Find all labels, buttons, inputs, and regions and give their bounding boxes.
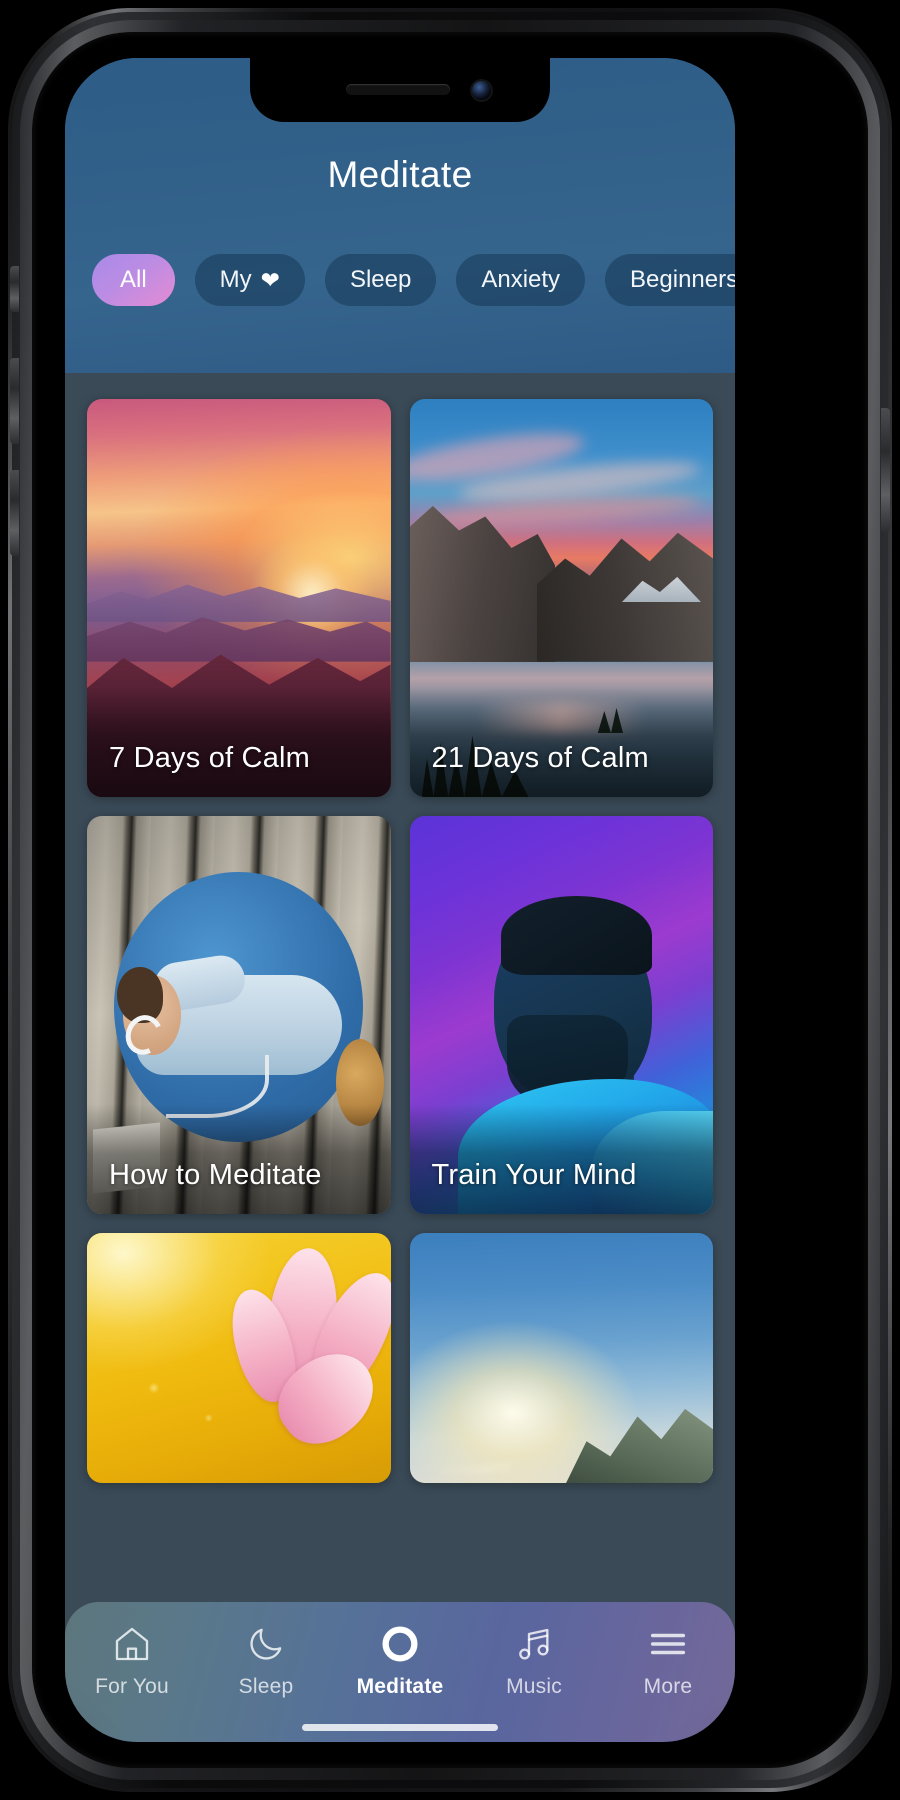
meditation-card-how-to-meditate[interactable]: How to Meditate bbox=[87, 816, 391, 1214]
filter-chip-sleep[interactable]: Sleep bbox=[324, 254, 437, 306]
screenshot-root: Meditate All My ❤ Sleep Anxiety Beginner… bbox=[0, 0, 900, 1800]
tab-sleep[interactable]: Sleep bbox=[199, 1622, 333, 1699]
meditation-card-21-days-of-calm[interactable]: 21 Days of Calm bbox=[409, 399, 713, 797]
portrait-hair bbox=[500, 895, 653, 976]
filter-chip-row[interactable]: All My ❤ Sleep Anxiety Beginners bbox=[65, 254, 735, 306]
moon-icon bbox=[246, 1622, 286, 1666]
card-title: Train Your Mind bbox=[431, 1159, 637, 1191]
tab-label: Meditate bbox=[356, 1675, 444, 1698]
tab-more[interactable]: More bbox=[601, 1622, 735, 1699]
filter-chip-my[interactable]: My ❤ bbox=[194, 254, 305, 306]
mute-switch[interactable] bbox=[10, 266, 19, 312]
tab-label: Music bbox=[506, 1675, 562, 1698]
bottom-tab-bar[interactable]: For You Sleep Meditate Music More bbox=[65, 1602, 735, 1742]
meditation-card-grid: 7 Days of Calm 21 Days of Calm How to Me… bbox=[65, 373, 735, 1483]
home-icon bbox=[111, 1622, 153, 1666]
filter-chip-label: My bbox=[219, 266, 252, 293]
tab-label: Sleep bbox=[238, 1675, 294, 1698]
filter-chip-beginners[interactable]: Beginners bbox=[605, 254, 735, 306]
earpiece-speaker-icon bbox=[346, 84, 450, 95]
filter-chip-label: Beginners bbox=[630, 266, 735, 293]
tab-music[interactable]: Music bbox=[467, 1622, 601, 1699]
content-scroll-area[interactable]: 7 Days of Calm 21 Days of Calm How to Me… bbox=[65, 373, 735, 1742]
music-note-icon bbox=[514, 1622, 554, 1666]
notch bbox=[250, 58, 550, 122]
home-indicator[interactable] bbox=[302, 1724, 498, 1731]
filter-chip-label: All bbox=[120, 266, 147, 293]
phone-frame: Meditate All My ❤ Sleep Anxiety Beginner… bbox=[8, 8, 892, 1792]
cliff-left bbox=[409, 505, 556, 678]
hamburger-icon bbox=[647, 1622, 689, 1666]
filter-chip-all[interactable]: All bbox=[92, 254, 175, 306]
card-title: 7 Days of Calm bbox=[109, 742, 311, 774]
filter-chip-label: Anxiety bbox=[481, 266, 561, 293]
tab-label: More bbox=[643, 1675, 693, 1698]
card-title: How to Meditate bbox=[109, 1159, 322, 1191]
card-artwork bbox=[87, 1233, 391, 1483]
meditation-card-lotus[interactable] bbox=[87, 1233, 391, 1483]
power-button[interactable] bbox=[881, 408, 890, 532]
meditation-card-7-days-of-calm[interactable]: 7 Days of Calm bbox=[87, 399, 391, 797]
front-camera-icon bbox=[472, 81, 491, 100]
volume-down-button[interactable] bbox=[10, 470, 19, 556]
card-title: 21 Days of Calm bbox=[431, 742, 649, 774]
heart-icon: ❤ bbox=[260, 266, 280, 293]
card-artwork bbox=[409, 1233, 713, 1483]
circle-icon bbox=[379, 1622, 421, 1666]
filter-chip-label: Sleep bbox=[349, 266, 412, 293]
tab-label: For You bbox=[95, 1675, 169, 1698]
meditation-card-train-your-mind[interactable]: Train Your Mind bbox=[409, 816, 713, 1214]
phone-screen: Meditate All My ❤ Sleep Anxiety Beginner… bbox=[65, 58, 735, 1742]
page-title: Meditate bbox=[327, 154, 473, 195]
tab-for-you[interactable]: For You bbox=[65, 1622, 199, 1699]
filter-chip-anxiety[interactable]: Anxiety bbox=[456, 254, 586, 306]
meditation-card-sun-sky[interactable] bbox=[409, 1233, 713, 1483]
tab-meditate[interactable]: Meditate bbox=[333, 1622, 467, 1699]
volume-up-button[interactable] bbox=[10, 358, 19, 444]
